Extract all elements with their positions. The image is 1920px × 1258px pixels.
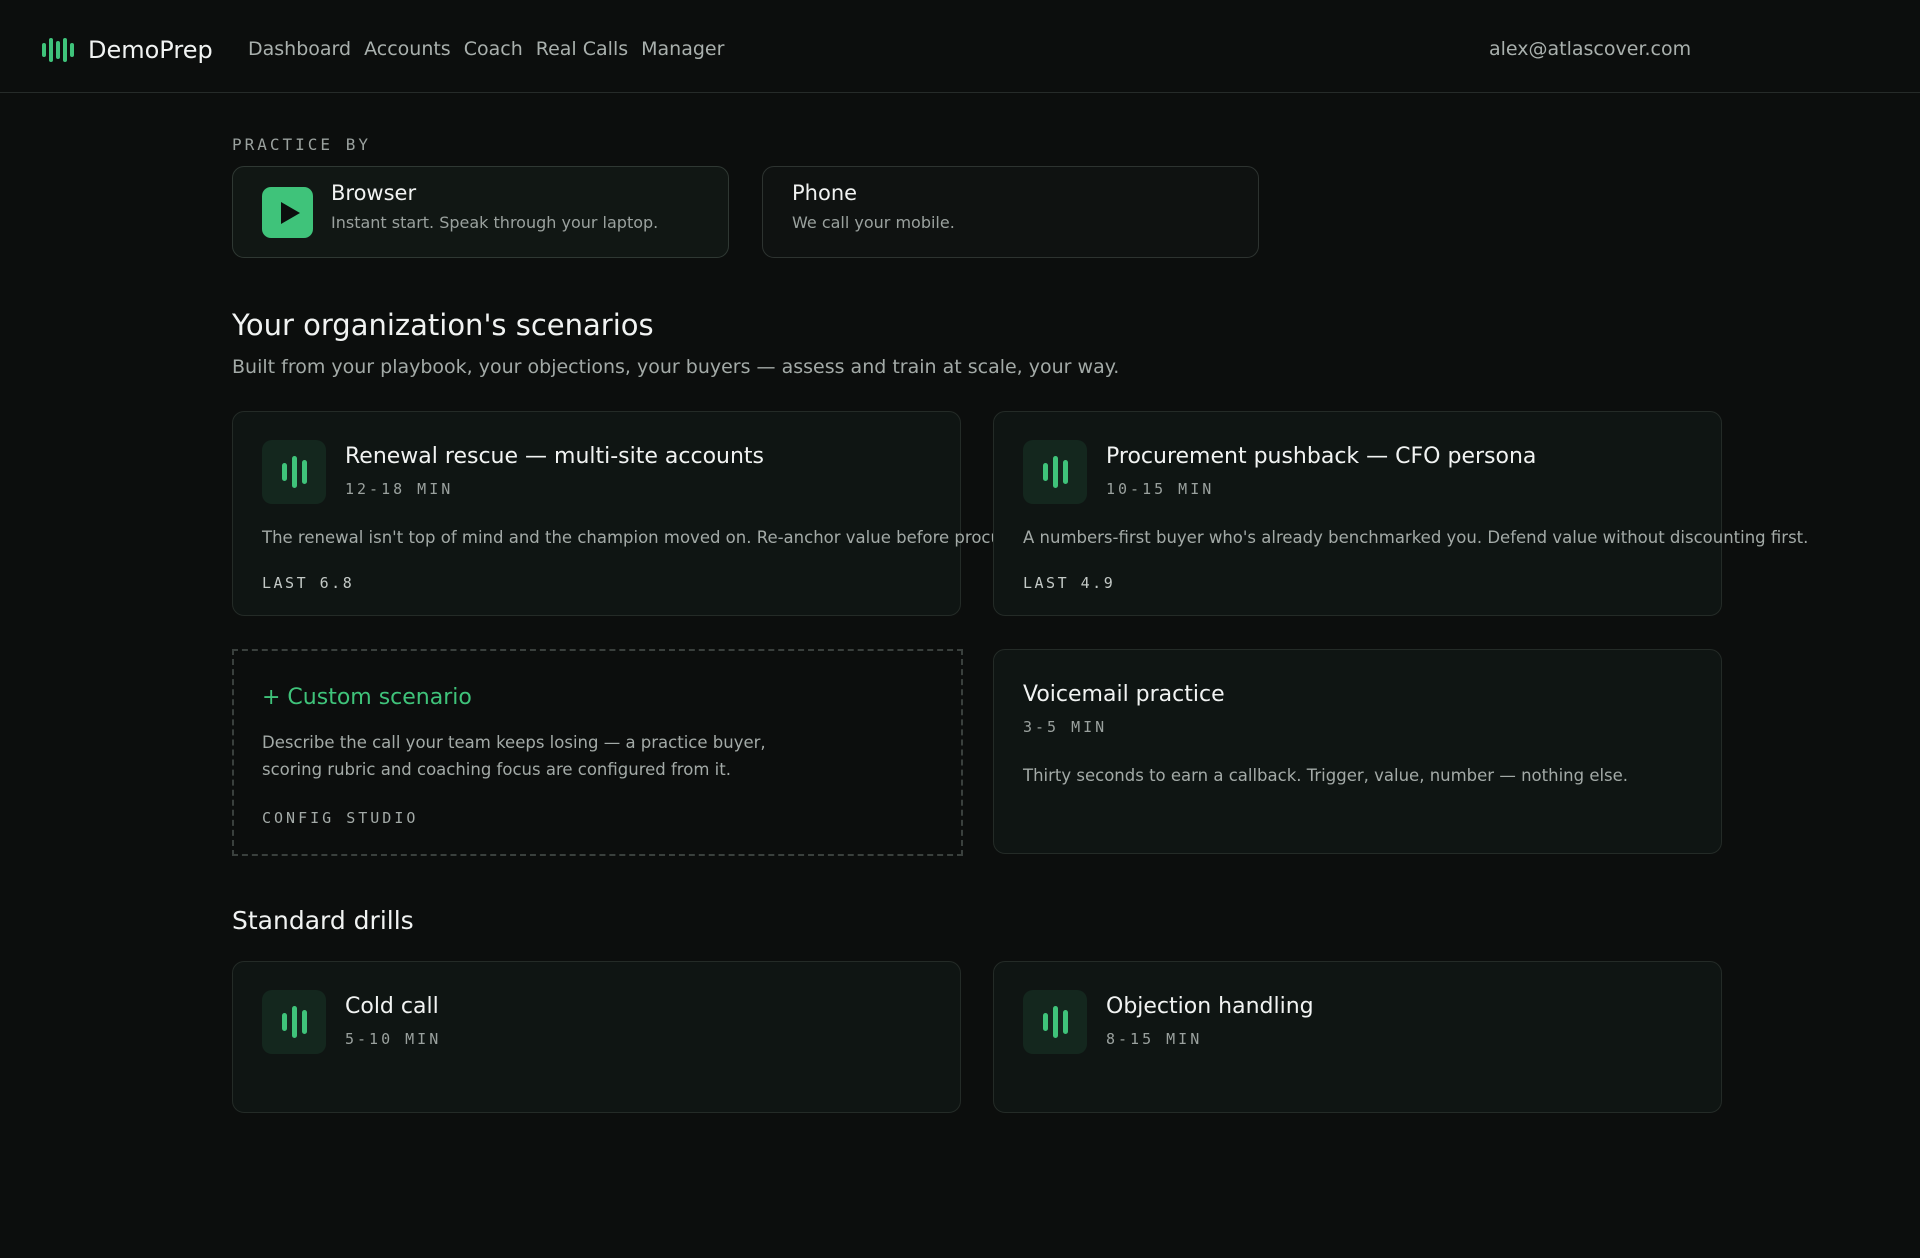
mode-title: Phone: [792, 181, 858, 205]
custom-scenario-description: Describe the call your team keeps losing…: [262, 733, 766, 779]
practice-by-label: PRACTICE BY: [232, 135, 371, 154]
main-nav: Dashboard Accounts Coach Real Calls Mana…: [248, 38, 724, 60]
scenario-card-procurement-pushback[interactable]: Procurement pushback — CFO persona 10-15…: [993, 411, 1808, 616]
waveform-icon: [262, 440, 326, 504]
scenario-duration: 12-18 MIN: [345, 480, 454, 498]
waveform-icon: [1023, 440, 1087, 504]
scenario-last-score: LAST 4.9: [1023, 574, 1116, 592]
user-email[interactable]: alex@atlascover.com: [1489, 38, 1691, 60]
mode-description: We call your mobile.: [792, 213, 955, 232]
practice-mode-phone[interactable]: Phone We call your mobile.: [762, 166, 1259, 258]
scenario-title: Procurement pushback — CFO persona: [1106, 444, 1537, 469]
nav-accounts[interactable]: Accounts: [364, 38, 451, 60]
waveform-logo-icon: [42, 37, 74, 63]
drill-title: Cold call: [345, 994, 439, 1019]
app-logo[interactable]: DemoPrep: [42, 30, 213, 70]
scenario-duration: 3-5 MIN: [1023, 718, 1108, 736]
drill-card-cold-call[interactable]: Cold call 5-10 MIN: [232, 961, 961, 1113]
custom-scenario-title: + Custom scenario: [262, 685, 472, 710]
scenario-title: Voicemail practice: [1023, 682, 1225, 707]
mode-description: Instant start. Speak through your laptop…: [331, 213, 659, 232]
scenario-description: The renewal isn't top of mind and the ch…: [262, 528, 1034, 547]
custom-scenario-card[interactable]: + Custom scenario Describe the call your…: [232, 649, 963, 856]
waveform-icon: [1023, 990, 1087, 1054]
drill-card-objection-handling[interactable]: Objection handling 8-15 MIN: [993, 961, 1722, 1113]
drill-title: Objection handling: [1106, 994, 1314, 1019]
mode-title: Browser: [331, 181, 417, 205]
practice-mode-browser[interactable]: Browser Instant start. Speak through you…: [232, 166, 729, 258]
config-studio-link[interactable]: CONFIG STUDIO: [262, 809, 418, 827]
scenario-last-score: LAST 6.8: [262, 574, 355, 592]
nav-real-calls[interactable]: Real Calls: [536, 38, 628, 60]
drill-duration: 8-15 MIN: [1106, 1030, 1203, 1048]
waveform-icon: [262, 990, 326, 1054]
drill-duration: 5-10 MIN: [345, 1030, 442, 1048]
org-scenarios-title: Your organization's scenarios: [232, 308, 654, 342]
scenario-card-voicemail[interactable]: Voicemail practice 3-5 MIN Thirty second…: [993, 649, 1722, 854]
nav-manager[interactable]: Manager: [641, 38, 724, 60]
org-scenarios-subtitle: Built from your playbook, your objection…: [232, 356, 1120, 378]
app-name: DemoPrep: [88, 36, 213, 64]
scenario-card-renewal-rescue[interactable]: Renewal rescue — multi-site accounts 12-…: [232, 411, 1034, 616]
scenario-description: A numbers-first buyer who's already benc…: [1023, 528, 1809, 547]
nav-coach[interactable]: Coach: [464, 38, 523, 60]
top-header: DemoPrep Dashboard Accounts Coach Real C…: [0, 0, 1920, 93]
scenario-description: Thirty seconds to earn a callback. Trigg…: [1023, 766, 1629, 785]
scenario-duration: 10-15 MIN: [1106, 480, 1215, 498]
standard-drills-title: Standard drills: [232, 906, 414, 935]
scenario-title: Renewal rescue — multi-site accounts: [345, 444, 765, 469]
nav-dashboard[interactable]: Dashboard: [248, 38, 351, 60]
play-icon: [262, 187, 313, 238]
